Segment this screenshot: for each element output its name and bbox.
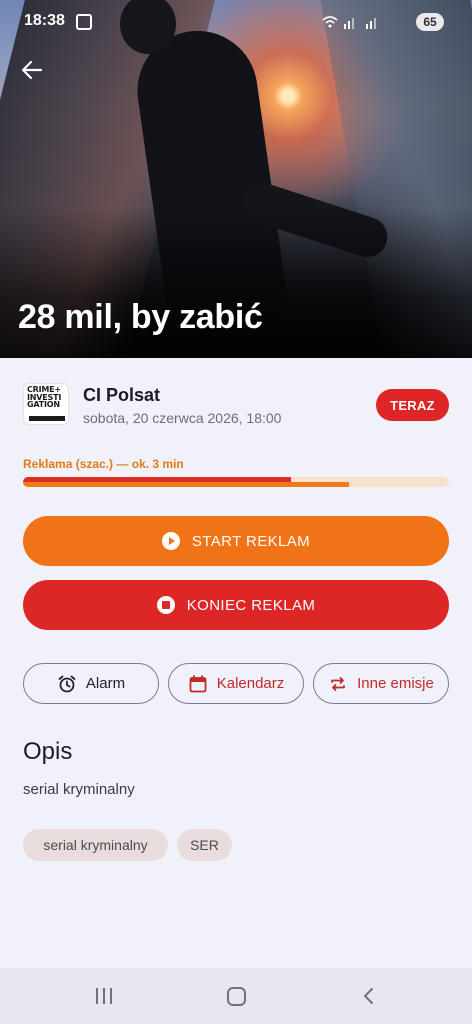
status-bar: 18:38 65 <box>0 0 472 44</box>
chevron-left-icon <box>364 988 373 1004</box>
home-button[interactable] <box>227 987 246 1006</box>
nav-back-button[interactable] <box>362 988 376 1004</box>
stop-circle-icon <box>156 596 175 614</box>
description-heading: Opis <box>23 738 73 765</box>
status-time: 18:38 <box>24 12 65 29</box>
channel-name: CI Polsat <box>83 385 161 405</box>
wifi-signal-icon <box>322 16 376 29</box>
ad-progress-buffer <box>23 482 349 487</box>
calendar-icon <box>189 674 207 692</box>
program-title: 28 mil, by zabić <box>18 298 263 336</box>
alarm-label: Alarm <box>85 675 126 692</box>
system-nav-bar <box>0 968 472 1024</box>
battery-icon: 65 <box>416 13 444 31</box>
tag-chip[interactable]: serial kryminalny <box>23 829 168 861</box>
calendar-label: Kalendarz <box>216 675 285 692</box>
alarm-clock-icon <box>58 675 76 692</box>
start-ads-button[interactable]: START REKLAM <box>23 516 449 566</box>
arrow-left-icon <box>21 60 43 80</box>
channel-logo: CRIME+ INVESTI GATION <box>23 383 69 425</box>
ad-progress-bar <box>23 477 449 487</box>
broadcast-datetime: sobota, 20 czerwca 2026, 18:00 <box>83 410 282 426</box>
recent-apps-button[interactable] <box>96 988 114 1004</box>
ad-break-label: Reklama (szac.) — ok. 3 min <box>23 457 184 471</box>
other-airings-button[interactable]: Inne emisje <box>313 663 449 704</box>
end-ads-button[interactable]: KONIEC REKLAM <box>23 580 449 630</box>
play-circle-icon <box>161 532 180 550</box>
tag-chip[interactable]: SER <box>177 829 232 861</box>
start-ads-label: START REKLAM <box>191 532 311 550</box>
description-text: serial kryminalny <box>23 781 135 798</box>
repeat-icon <box>331 676 346 691</box>
calendar-button[interactable]: Kalendarz <box>168 663 304 704</box>
screen-record-icon <box>76 14 92 30</box>
end-ads-label: KONIEC REKLAM <box>186 596 316 614</box>
other-airings-label: Inne emisje <box>357 675 434 692</box>
signal-icons <box>322 14 392 33</box>
now-badge: TERAZ <box>376 389 449 421</box>
alarm-button[interactable]: Alarm <box>23 663 159 704</box>
back-button[interactable] <box>18 56 46 84</box>
